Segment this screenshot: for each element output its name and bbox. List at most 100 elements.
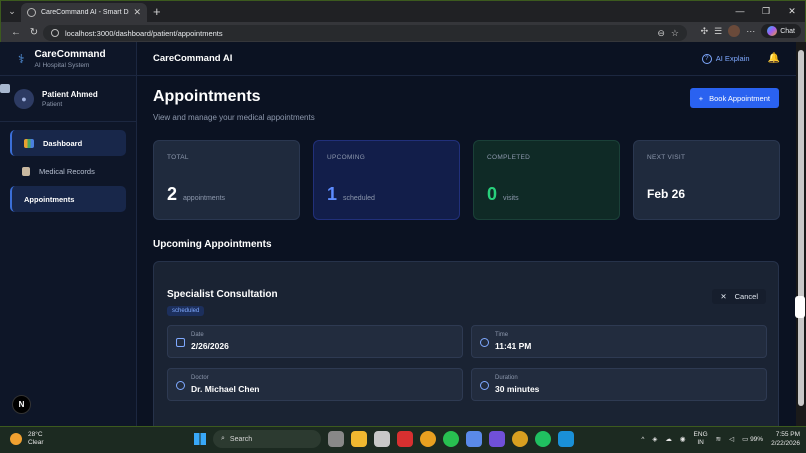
battery-icon: ▭	[742, 436, 749, 443]
chart-icon	[24, 138, 34, 148]
cloud-icon[interactable]: ☁	[665, 435, 672, 443]
taskbar-apps: ⌕ Search	[194, 430, 574, 448]
search-icon: ⌕	[221, 435, 225, 442]
taskbar-search[interactable]: ⌕ Search	[213, 430, 321, 448]
stat-value: 1	[327, 184, 338, 204]
window-controls: — ❐ ✕	[727, 1, 805, 22]
language-indicator[interactable]: ENG IN	[694, 431, 708, 447]
stat-unit: visits	[503, 195, 519, 202]
side-panel-tool-icon[interactable]	[795, 296, 805, 318]
help-icon: ?	[701, 53, 712, 64]
shield-icon[interactable]: ◈	[652, 435, 657, 443]
address-bar-row: ← ↻ localhost:3000/dashboard/patient/app…	[1, 22, 805, 43]
scrollbar-thumb[interactable]	[798, 50, 804, 406]
url-text: localhost:3000/dashboard/patient/appoint…	[65, 28, 223, 38]
maximize-icon[interactable]: ❐	[753, 1, 779, 22]
more-icon[interactable]: ⋯	[746, 26, 755, 37]
stat-unit: appointments	[183, 195, 226, 202]
app-l-icon[interactable]	[397, 431, 413, 447]
tab-bar: ⌄ CareCommand AI - Smart Digital H ✕ + —…	[1, 1, 805, 22]
time-field: Time 11:41 PM	[471, 325, 767, 358]
close-icon: ✕	[720, 292, 727, 301]
user-role: Patient	[42, 100, 63, 108]
favorites-icon[interactable]: ☰	[714, 26, 722, 37]
task-view-icon[interactable]	[328, 431, 344, 447]
duration-field: Duration 30 minutes	[471, 368, 767, 401]
close-tab-icon[interactable]: ✕	[133, 7, 141, 18]
stat-label: COMPLETED	[487, 154, 531, 161]
windows-start-icon[interactable]	[194, 433, 206, 445]
sidebar-item-medical-records[interactable]: Medical Records	[10, 158, 126, 184]
cancel-button[interactable]: ✕ Cancel	[712, 289, 766, 304]
ai-explain-button[interactable]: ? AI Explain	[701, 53, 750, 64]
volume-icon[interactable]: ◁	[729, 435, 734, 443]
taskbar: 28°C Clear ⌕ Search ^ ◈ ☁ ◉ ENG IN ≋ ◁ ▭…	[0, 427, 806, 453]
sidebar-item-appointments[interactable]: Appointments	[0, 84, 126, 212]
weather-text: Clear	[28, 439, 44, 446]
main-content: CareCommand AI ? AI Explain 🔔 Appointmen…	[137, 42, 796, 426]
profile-avatar[interactable]	[728, 25, 741, 37]
chevron-up-icon[interactable]: ^	[641, 436, 644, 443]
clock[interactable]: 7:55 PM 2/22/2026	[771, 430, 800, 448]
stat-label: TOTAL	[167, 154, 189, 161]
whatsapp-icon[interactable]	[443, 431, 459, 447]
browser-tab[interactable]: CareCommand AI - Smart Digital H ✕	[21, 3, 147, 22]
extensions-icon[interactable]: ✣	[701, 26, 709, 37]
field-value: 2/26/2026	[191, 341, 229, 351]
copilot-taskbar-icon[interactable]	[466, 431, 482, 447]
field-label: Date	[191, 332, 204, 338]
lang-region: IN	[697, 439, 704, 446]
site-info-icon[interactable]	[51, 29, 59, 37]
clock-date: 2/22/2026	[771, 440, 800, 447]
plus-icon: +	[698, 93, 704, 103]
minimize-icon[interactable]: —	[727, 1, 753, 22]
tab-search-icon[interactable]: ⌄	[1, 1, 23, 22]
stat-card-total: TOTAL 2 appointments	[153, 140, 300, 220]
page-scrollbar[interactable]	[796, 42, 806, 426]
stat-value: 2	[167, 184, 178, 204]
sidebar-item-dashboard[interactable]: Dashboard	[10, 130, 126, 156]
bell-icon[interactable]: 🔔	[768, 53, 780, 64]
app-purple-icon[interactable]	[489, 431, 505, 447]
stat-value: 0	[487, 184, 498, 204]
nextjs-dev-badge[interactable]: N	[12, 395, 31, 414]
chrome-icon[interactable]	[420, 431, 436, 447]
calendar-icon	[176, 338, 185, 347]
copilot-chat-button[interactable]: Chat	[761, 24, 801, 38]
battery-indicator[interactable]: ▭ 99%	[742, 435, 763, 443]
appointment-card: Specialist Consultation scheduled ✕ Canc…	[153, 261, 779, 426]
tab-title: CareCommand AI - Smart Digital H	[41, 9, 129, 16]
field-label: Duration	[495, 375, 518, 381]
edge-icon[interactable]	[558, 431, 574, 447]
section-title: Upcoming Appointments	[153, 239, 272, 250]
field-label: Time	[495, 332, 509, 338]
sidebar-item-label: Medical Records	[39, 166, 95, 176]
store-icon[interactable]	[374, 431, 390, 447]
file-explorer-icon[interactable]	[351, 431, 367, 447]
reload-icon[interactable]: ↻	[25, 27, 43, 38]
weather-widget[interactable]: 28°C Clear	[10, 431, 44, 447]
brand-name: CareCommand	[34, 48, 106, 60]
chrome-profile-icon[interactable]	[512, 431, 528, 447]
user-avatar-icon: ●	[14, 88, 34, 109]
calendar-icon	[0, 84, 10, 93]
battery-percent: 99%	[750, 436, 764, 443]
stat-card-completed: COMPLETED 0 visits	[473, 140, 620, 220]
book-appointment-button[interactable]: + Book Appointment	[689, 88, 779, 108]
clock-icon	[480, 381, 489, 390]
close-window-icon[interactable]: ✕	[779, 1, 805, 22]
clock-time: 7:55 PM	[775, 431, 800, 438]
stats-row: TOTAL 2 appointments UPCOMING 1 schedule…	[153, 140, 780, 220]
bookmark-star-icon[interactable]: ☆	[671, 28, 679, 39]
wifi-icon[interactable]: ≋	[716, 435, 721, 443]
new-tab-icon[interactable]: +	[153, 4, 161, 19]
user-icon	[176, 381, 185, 390]
globe-icon	[27, 8, 36, 17]
next-visit-value: Feb 26	[647, 187, 686, 201]
stat-label: UPCOMING	[327, 154, 366, 161]
address-bar[interactable]: localhost:3000/dashboard/patient/appoint…	[43, 25, 687, 41]
security-icon[interactable]: ◉	[680, 435, 686, 443]
reader-icon[interactable]: ⊖	[657, 28, 665, 39]
spotify-icon[interactable]	[535, 431, 551, 447]
back-icon[interactable]: ←	[7, 27, 25, 38]
